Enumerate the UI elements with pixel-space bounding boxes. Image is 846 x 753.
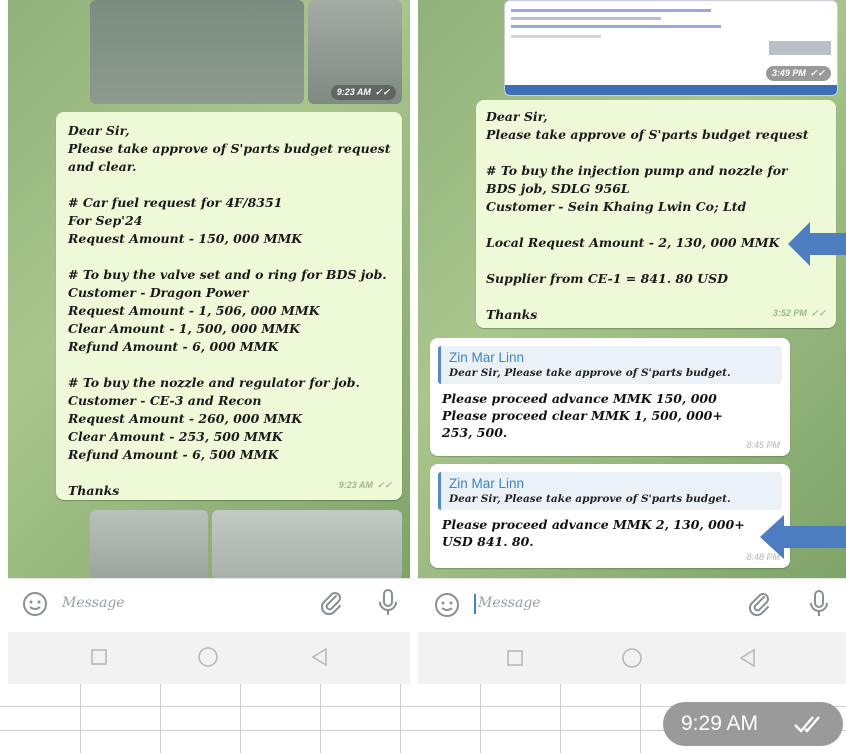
overlay-timestamp: 9:29 AM xyxy=(663,702,843,746)
photo-attachment[interactable]: 9:23 AM ✓✓ xyxy=(308,0,402,104)
message-input[interactable]: Message xyxy=(62,595,125,611)
message-timestamp: 8:45 PM xyxy=(746,440,780,450)
message-bubble[interactable]: Dear Sir, Please take approve of S'parts … xyxy=(476,100,836,328)
photo-timestamp: 3:49 PM ✓✓ xyxy=(765,66,831,81)
back-icon[interactable] xyxy=(310,647,330,667)
photo-attachment[interactable] xyxy=(212,510,402,578)
quoted-message[interactable]: Zin Mar Linn Dear Sir, Please take appro… xyxy=(438,346,782,384)
reply-message[interactable]: Zin Mar Linn Dear Sir, Please take appro… xyxy=(430,464,790,568)
message-line: Supplier from CE-1 = 841. 80 USD xyxy=(486,271,728,286)
photo-attachment[interactable] xyxy=(90,510,208,578)
quoted-message[interactable]: Zin Mar Linn Dear Sir, Please take appro… xyxy=(438,472,782,510)
home-icon[interactable] xyxy=(197,646,219,668)
message-timestamp: 3:52 PM ✓✓ xyxy=(772,308,826,318)
message-line: Customer - Sein Khaing Lwin Co; Ltd xyxy=(486,199,747,214)
quote-text: Dear Sir, Please take approve of S'parts… xyxy=(449,493,731,505)
message-line: Local Request Amount - 2, 130, 000 MMK xyxy=(486,235,780,250)
message-line: BDS job, SDLG 956L xyxy=(486,181,630,196)
paperclip-icon[interactable] xyxy=(746,591,774,619)
right-chat-panel: 3:49 PM ✓✓ Dear Sir, Please take approve o… xyxy=(418,0,846,578)
back-icon[interactable] xyxy=(738,648,758,668)
message-timestamp: 9:23 AM ✓✓ xyxy=(338,480,392,490)
message-line: Dear Sir, xyxy=(486,109,548,124)
double-check-icon xyxy=(794,716,820,733)
message-line: Clear Amount - 1, 500, 000 MMK xyxy=(68,321,300,336)
recents-icon[interactable] xyxy=(506,649,524,667)
photo-attachment[interactable] xyxy=(90,0,304,104)
message-line: # To buy the injection pump and nozzle f… xyxy=(486,163,788,178)
reply-text: Please proceed advance MMK 2, 130, 000+ … xyxy=(442,517,745,549)
microphone-icon[interactable] xyxy=(808,589,830,619)
email-screenshot-attachment[interactable]: 3:49 PM ✓✓ xyxy=(504,0,838,96)
message-line: Request Amount - 260, 000 MMK xyxy=(68,411,303,426)
left-chat-panel: 9:23 AM ✓✓ Dear Sir, Please take approve o… xyxy=(8,0,410,578)
message-input[interactable]: Message xyxy=(478,595,541,611)
quote-sender: Zin Mar Linn xyxy=(449,476,525,491)
home-icon[interactable] xyxy=(621,647,643,669)
message-line: Refund Amount - 6, 000 MMK xyxy=(68,339,279,354)
paperclip-icon[interactable] xyxy=(318,590,346,618)
quote-sender: Zin Mar Linn xyxy=(449,350,525,365)
message-line: Please take approve of S'parts budget re… xyxy=(486,127,809,142)
photo-timestamp: 9:23 AM ✓✓ xyxy=(330,85,396,100)
text-cursor xyxy=(474,594,476,614)
message-line: and clear. xyxy=(68,159,137,174)
message-line: # To buy the nozzle and regulator for jo… xyxy=(68,375,360,390)
message-line: For Sep'24 xyxy=(68,213,143,228)
message-line: Dear Sir, xyxy=(68,123,130,138)
emoji-icon[interactable] xyxy=(434,592,460,618)
message-line: Refund Amount - 6, 500 MMK xyxy=(68,447,279,462)
recents-icon[interactable] xyxy=(90,648,108,666)
annotation-arrow xyxy=(760,515,846,559)
message-line: Customer - Dragon Power xyxy=(68,285,249,300)
message-text: Dear Sir, Please take approve of S'parts … xyxy=(476,100,836,324)
message-line: # Car fuel request for 4F/8351 xyxy=(68,195,283,210)
microphone-icon[interactable] xyxy=(377,588,399,618)
message-line: Request Amount - 1, 506, 000 MMK xyxy=(68,303,320,318)
emoji-icon[interactable] xyxy=(22,591,48,617)
reply-text: Please proceed advance MMK 150, 000 Plea… xyxy=(442,391,723,440)
quote-text: Dear Sir, Please take approve of S'parts… xyxy=(449,367,731,379)
annotation-arrow xyxy=(788,222,846,266)
message-text: Dear Sir, Please take approve of S'parts … xyxy=(56,112,402,500)
message-line: Clear Amount - 253, 500 MMK xyxy=(68,429,283,444)
message-line: Please take approve of S'parts budget re… xyxy=(68,141,391,156)
message-line: Customer - CE-3 and Recon xyxy=(68,393,262,408)
message-line: # To buy the valve set and o ring for BD… xyxy=(68,267,387,282)
reply-message[interactable]: Zin Mar Linn Dear Sir, Please take appro… xyxy=(430,338,790,456)
message-bubble[interactable]: Dear Sir, Please take approve of S'parts … xyxy=(56,112,402,500)
message-line: Request Amount - 150, 000 MMK xyxy=(68,231,303,246)
